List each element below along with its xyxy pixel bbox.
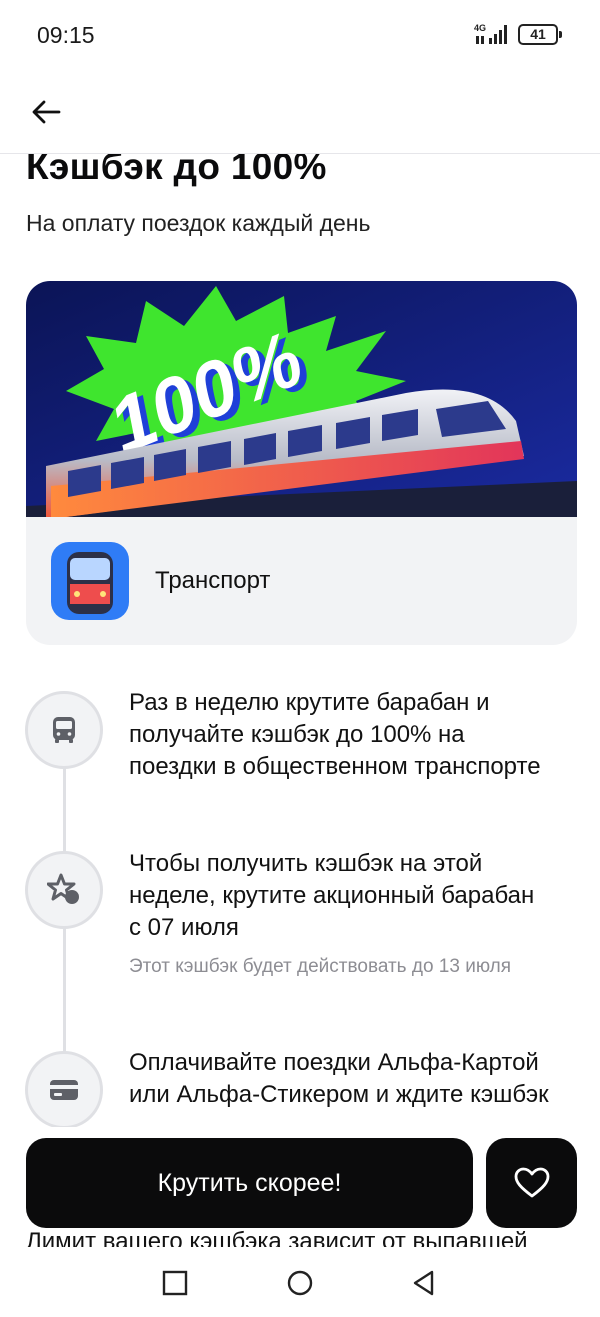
category-transport[interactable]: Транспорт (26, 517, 577, 645)
page-title: Кэшбэк до 100% (26, 154, 327, 187)
step-2-note: Этот кэшбэк будет действовать до 13 июля (129, 956, 512, 977)
back-button[interactable] (24, 90, 68, 134)
system-nav-bar (0, 1247, 600, 1317)
star-hand-icon (47, 873, 79, 904)
step-2-text: Чтобы получить кэшбэк на этой неделе, кр… (129, 850, 535, 941)
favorite-button[interactable] (486, 1138, 577, 1228)
promo-banner-image: 100% 100% (26, 281, 577, 517)
battery-icon: 41 (518, 24, 562, 45)
card-icon (50, 1080, 78, 1100)
step-1-text: Раз в неделю крутите барабан и получайте… (129, 689, 541, 780)
spin-button[interactable]: Крутить скорее! (26, 1138, 473, 1228)
status-time: 09:15 (37, 22, 95, 48)
heart-icon (514, 1167, 549, 1198)
network-type: 4G (474, 23, 486, 33)
category-label: Транспорт (155, 567, 271, 594)
circle-icon[interactable] (286, 1269, 314, 1297)
step-3-icon-wrap (25, 1051, 103, 1129)
step-1-icon-wrap (25, 691, 103, 769)
triangle-back-icon[interactable] (410, 1269, 438, 1297)
bus-icon (53, 717, 75, 743)
content-scroll[interactable]: Кэшбэк до 100% На оплату поездок каждый … (0, 154, 600, 1254)
promo-card: 100% 100% Транспорт (26, 281, 577, 645)
page-subtitle: На оплату поездок каждый день (26, 210, 371, 236)
arrow-left-icon (32, 100, 61, 124)
status-bar: 09:15 4G 41 (0, 0, 600, 70)
step-3-text: Оплачивайте поездки Альфа-Картой или Аль… (129, 1049, 549, 1108)
step-2-icon-wrap (25, 851, 103, 929)
train-icon (51, 542, 129, 620)
square-icon[interactable] (161, 1269, 189, 1297)
app-bar (0, 70, 600, 154)
signal-icon: 4G (474, 23, 507, 44)
